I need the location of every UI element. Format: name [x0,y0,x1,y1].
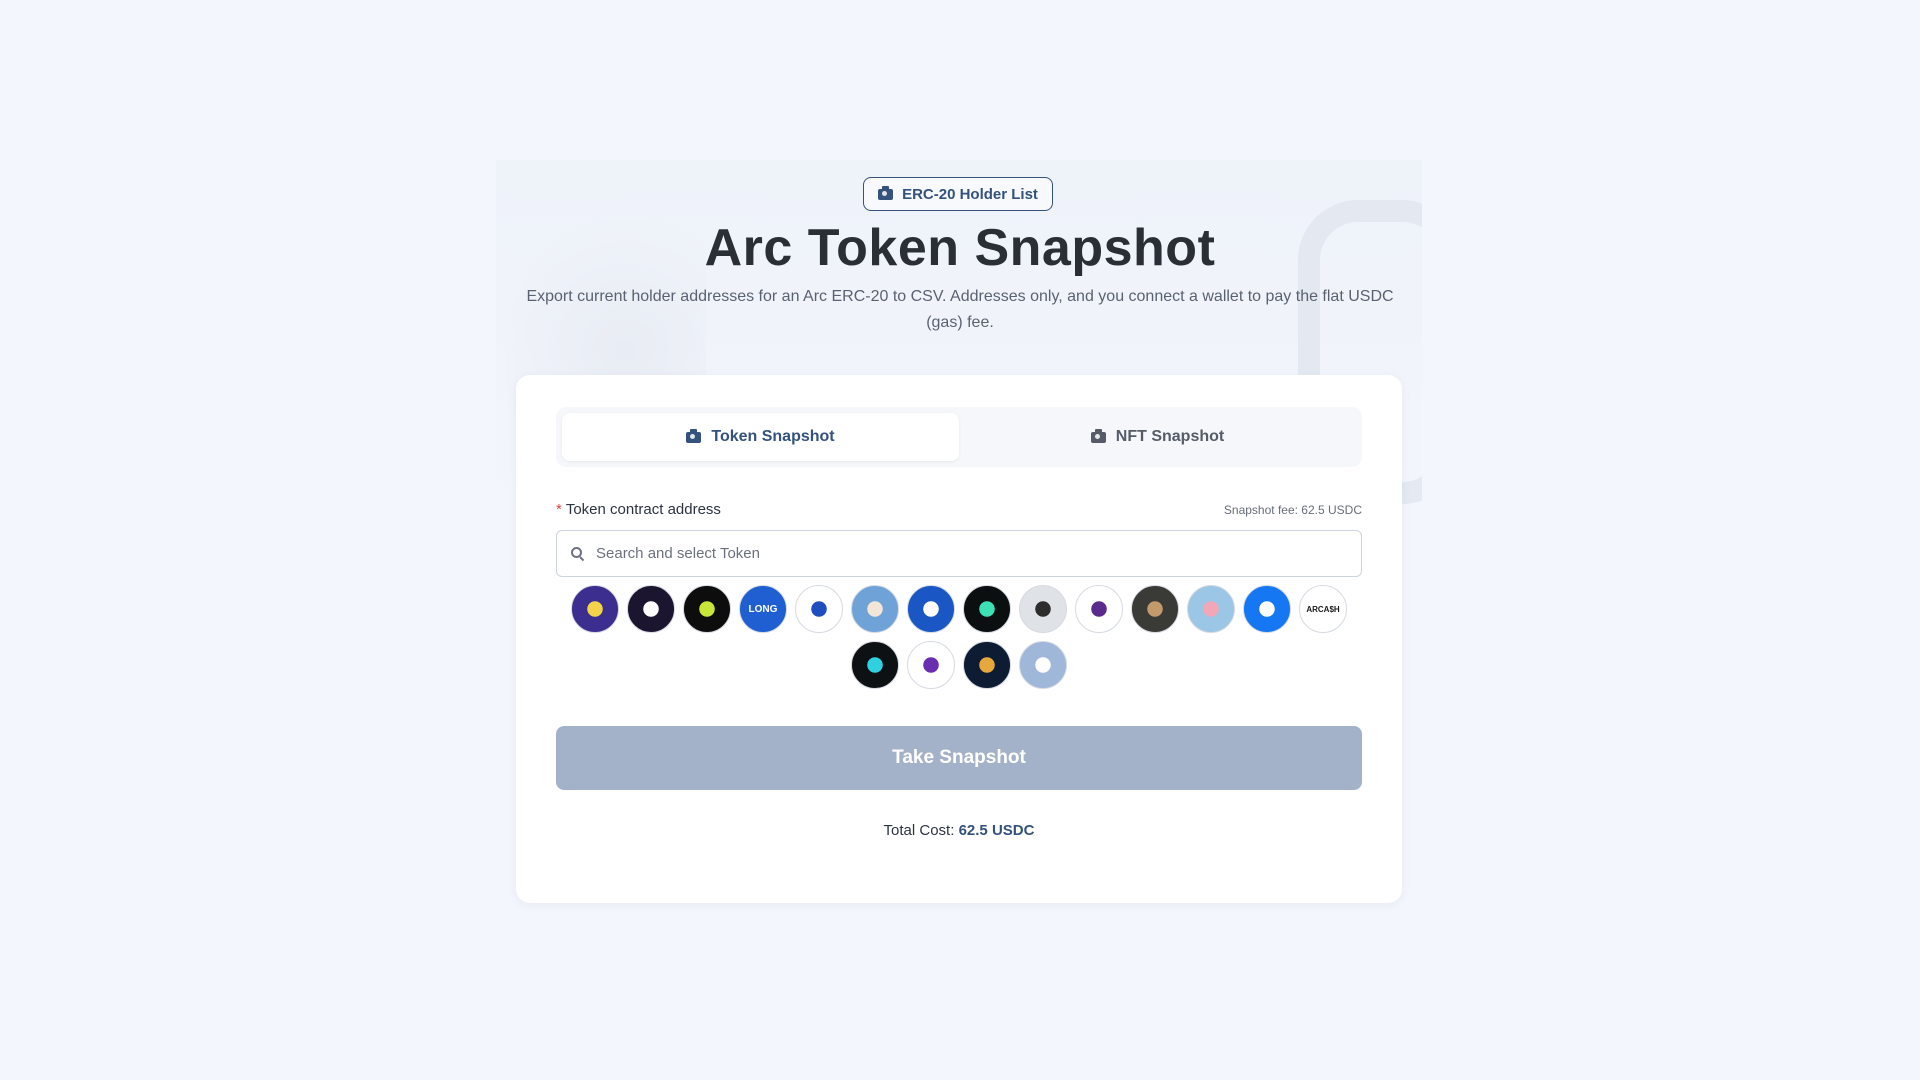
total-cost-value: 62.5 USDC [958,822,1035,839]
infinity-token-avatar[interactable] [963,585,1011,633]
field-label-row: * Token contract address Snapshot fee: 62… [556,501,1362,518]
snapshot-card: Token Snapshot NFT Snapshot * Token contr… [516,375,1402,903]
pig-token-avatar[interactable] [1187,585,1235,633]
monkey-token-avatar[interactable] [1131,585,1179,633]
ring-token-icon [857,647,893,683]
eye-token-icon [633,591,669,627]
a-token-avatar[interactable] [963,641,1011,689]
token-search-input[interactable] [594,544,1338,563]
take-snapshot-button[interactable]: Take Snapshot [556,726,1362,790]
snapshot-fee-note: Snapshot fee: 62.5 USDC [1223,502,1362,517]
tab-label: NFT Snapshot [1115,428,1225,445]
token-search-field[interactable] [556,530,1362,577]
eagle-token-icon [1025,591,1061,627]
pig-token-icon [1193,591,1229,627]
long-token-icon: LONG [748,603,778,615]
ring-token-avatar[interactable] [851,641,899,689]
token-quick-select: LONG ARCA$H [556,585,1362,689]
runner-token-avatar[interactable] [1075,585,1123,633]
tab-token-snapshot[interactable]: Token Snapshot [562,413,959,461]
runner-token-icon [1081,591,1117,627]
holder-list-badge: ERC-20 Holder List [863,177,1053,211]
badge-label: ERC-20 Holder List [902,185,1038,203]
send-token-icon [1249,591,1285,627]
shield-token-icon [913,591,949,627]
camera-icon [686,428,702,443]
search-icon [571,546,585,561]
arcash-token-icon: ARCA$H [1306,604,1340,614]
cat-token-avatar[interactable] [851,585,899,633]
compass-token-icon [801,591,837,627]
camera-icon [1090,428,1106,443]
total-cost-label: Total Cost: [883,822,955,839]
arcash-token-avatar[interactable]: ARCA$H [1299,585,1347,633]
infinity-token-icon [969,591,1005,627]
fox-token-avatar[interactable] [907,641,955,689]
total-cost: Total Cost: 62.5 USDC [516,822,1402,839]
fox-token-icon [913,647,949,683]
bear-token-avatar[interactable] [571,585,619,633]
cat-token-icon [857,591,893,627]
monkey-token-icon [1137,591,1173,627]
a-token-icon [969,647,1005,683]
tab-label: Token Snapshot [711,428,835,445]
shield-token-avatar[interactable] [907,585,955,633]
send-token-avatar[interactable] [1243,585,1291,633]
required-mark: * [556,501,562,518]
token-address-label: * Token contract address [556,501,721,518]
eagle-token-avatar[interactable] [1019,585,1067,633]
long-token-avatar[interactable]: LONG [739,585,787,633]
compass-token-avatar[interactable] [795,585,843,633]
mountain-token-icon [1025,647,1061,683]
crown-token-icon [689,591,725,627]
mountain-token-avatar[interactable] [1019,641,1067,689]
tab-nft-snapshot[interactable]: NFT Snapshot [959,413,1356,461]
token-address-label-text: Token contract address [565,501,721,518]
page-subtitle: Export current holder addresses for an A… [526,288,1394,331]
bear-token-icon [577,591,613,627]
page-title: Arc Token Snapshot [704,219,1216,277]
snapshot-tabs: Token Snapshot NFT Snapshot [556,407,1362,467]
camera-icon [878,185,894,200]
crown-token-avatar[interactable] [683,585,731,633]
eye-token-avatar[interactable] [627,585,675,633]
